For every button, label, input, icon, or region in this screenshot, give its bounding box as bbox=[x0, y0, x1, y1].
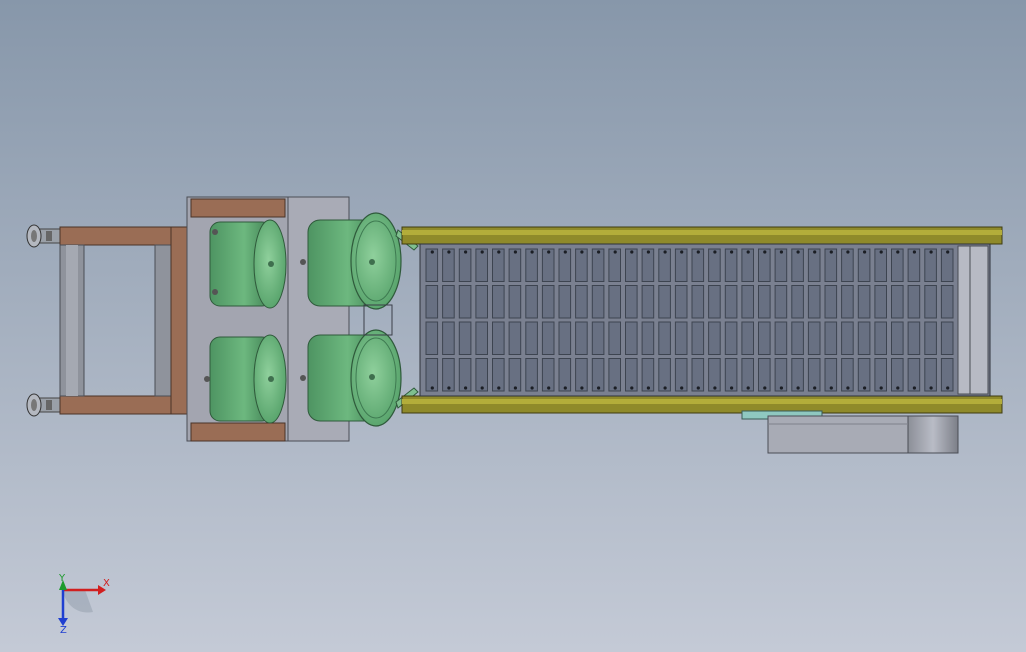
y-axis-label: Y bbox=[58, 573, 66, 584]
cad-viewport[interactable]: X Y Z bbox=[0, 0, 1026, 652]
slat-conveyor[interactable] bbox=[401, 226, 1003, 414]
conveyor-rail-bottom-highlight bbox=[402, 399, 1002, 404]
drive-motor-housing[interactable] bbox=[741, 410, 959, 454]
vibratory-feeder-bowl-bottom-left[interactable] bbox=[204, 334, 287, 424]
model-canvas[interactable]: X Y Z bbox=[0, 0, 1026, 652]
conveyor-end-plate bbox=[957, 245, 989, 395]
z-axis-label: Z bbox=[60, 625, 67, 636]
vibratory-feeder-bowl-top-left[interactable] bbox=[209, 219, 287, 309]
conveyor-bed bbox=[419, 243, 991, 397]
conveyor-rail-top-highlight bbox=[402, 230, 1002, 235]
x-axis-label: X bbox=[103, 578, 110, 589]
vibratory-feeder-bowl-top-right[interactable] bbox=[300, 212, 402, 310]
conveyor-rail-bottom bbox=[401, 395, 1003, 414]
conveyor-rail-top bbox=[401, 226, 1003, 245]
vibratory-feeder-bowl-bottom-right[interactable] bbox=[300, 329, 402, 427]
